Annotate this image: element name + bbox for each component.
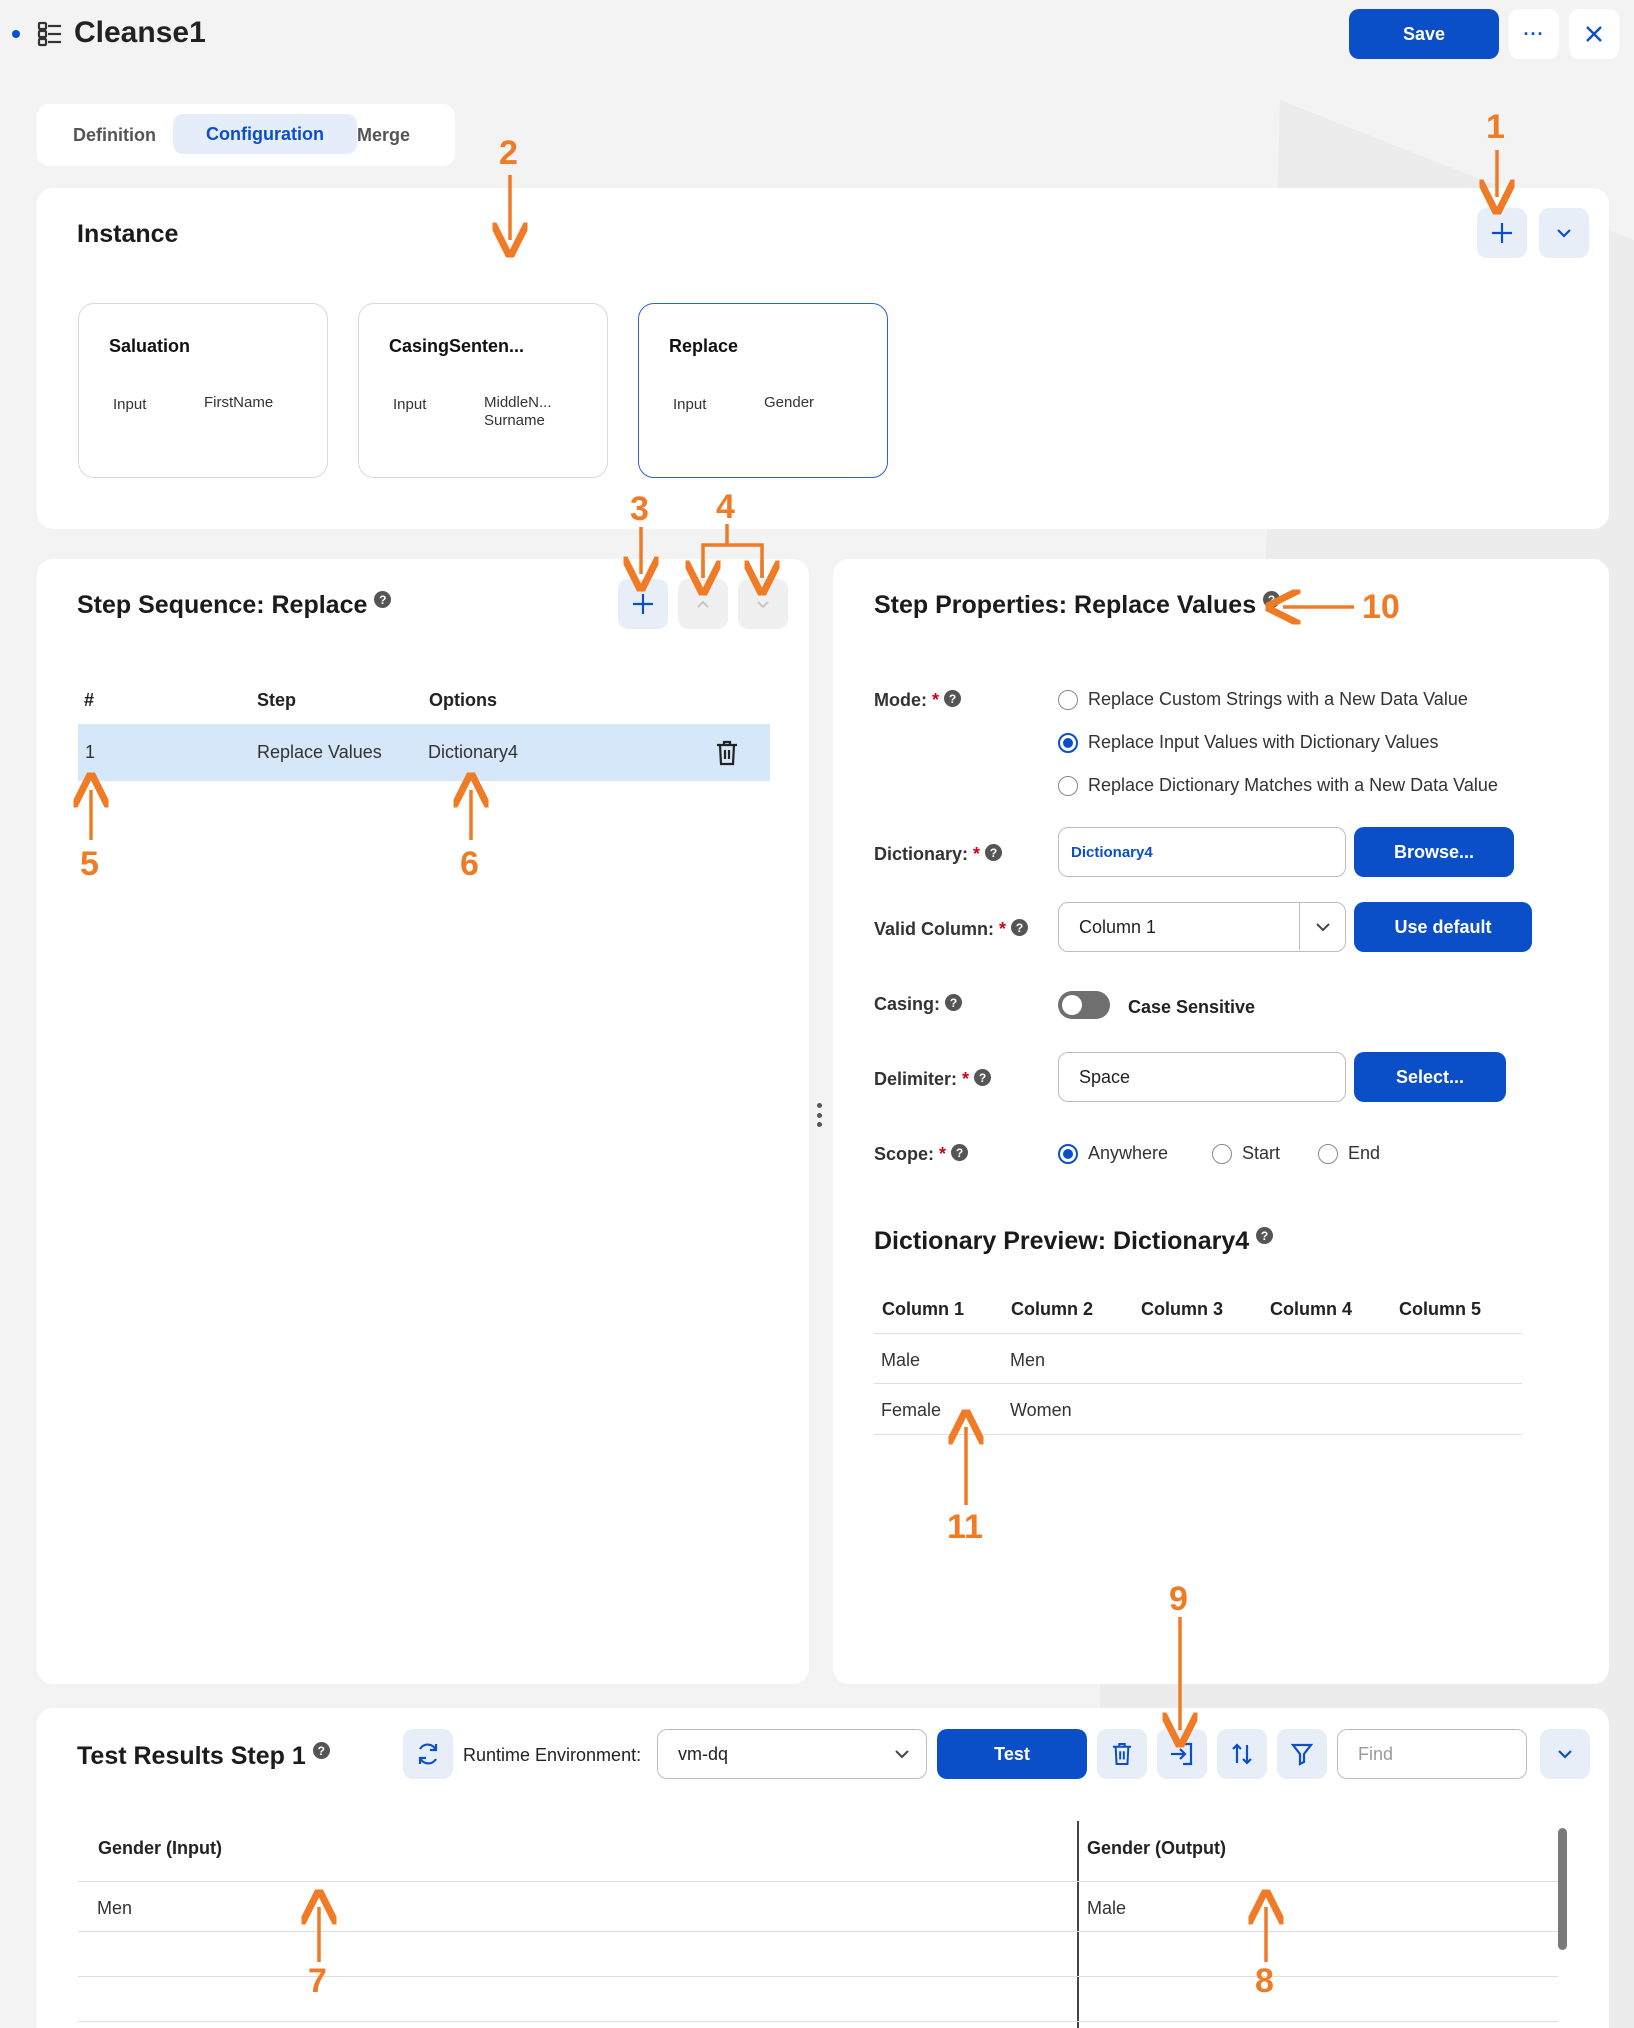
callout-number: 10: [1362, 588, 1400, 626]
callout-number: 5: [80, 845, 99, 883]
callout-number: 6: [460, 845, 479, 883]
callout-number: 7: [308, 1962, 327, 2000]
callout-number: 8: [1255, 1962, 1274, 2000]
callout-number: 3: [630, 490, 649, 528]
callout-number: 2: [499, 134, 518, 172]
callout-number: 11: [947, 1508, 983, 1546]
callout-number: 1: [1486, 108, 1505, 146]
callout-number: 4: [716, 488, 735, 526]
callout-arrows: [0, 150, 1634, 1962]
callout-number: 9: [1169, 1580, 1188, 1618]
